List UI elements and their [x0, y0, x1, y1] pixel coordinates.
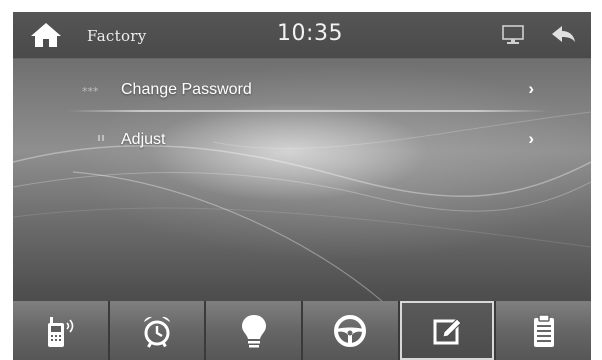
clipboard-icon — [533, 313, 554, 347]
page-title: Factory — [87, 27, 147, 45]
dock-button-clipboard[interactable] — [496, 301, 591, 360]
back-arrow-icon — [552, 26, 575, 42]
edit-pencil-icon — [433, 317, 462, 344]
top-bar: Factory 10:35 — [13, 12, 591, 59]
monitor-button[interactable] — [501, 24, 525, 46]
dock-button-light[interactable] — [206, 301, 302, 360]
menu-item-label: Adjust — [121, 131, 166, 148]
menu-item-change-password[interactable]: *** Change Password › — [68, 68, 548, 112]
steering-wheel-icon — [334, 314, 367, 347]
dock-button-steering[interactable] — [303, 301, 398, 360]
chevron-right-icon: › — [528, 79, 534, 98]
dock-button-edit[interactable] — [399, 301, 495, 360]
bottom-dock — [13, 301, 591, 360]
svg-text:***: *** — [82, 85, 99, 95]
home-button[interactable] — [29, 20, 63, 50]
alarm-clock-icon — [144, 316, 170, 348]
dock-button-alarm[interactable] — [109, 301, 205, 360]
chevron-right-icon: › — [528, 129, 534, 148]
clock: 10:35 — [277, 21, 343, 46]
menu-item-adjust[interactable]: Adjust › — [68, 118, 548, 162]
light-bulb-icon — [241, 314, 266, 347]
back-button[interactable] — [549, 23, 577, 47]
monitor-icon — [502, 25, 524, 44]
adjust-marks-icon — [98, 135, 104, 141]
home-icon — [31, 23, 61, 47]
asterisks-icon: *** — [82, 85, 99, 95]
menu-item-label: Change Password — [121, 81, 252, 98]
row-divider — [68, 110, 548, 112]
head-unit-screen: Factory 10:35 *** Change Password › Adju… — [13, 12, 591, 360]
dock-button-phone[interactable] — [13, 301, 108, 360]
phone-bluetooth-icon — [48, 316, 74, 347]
